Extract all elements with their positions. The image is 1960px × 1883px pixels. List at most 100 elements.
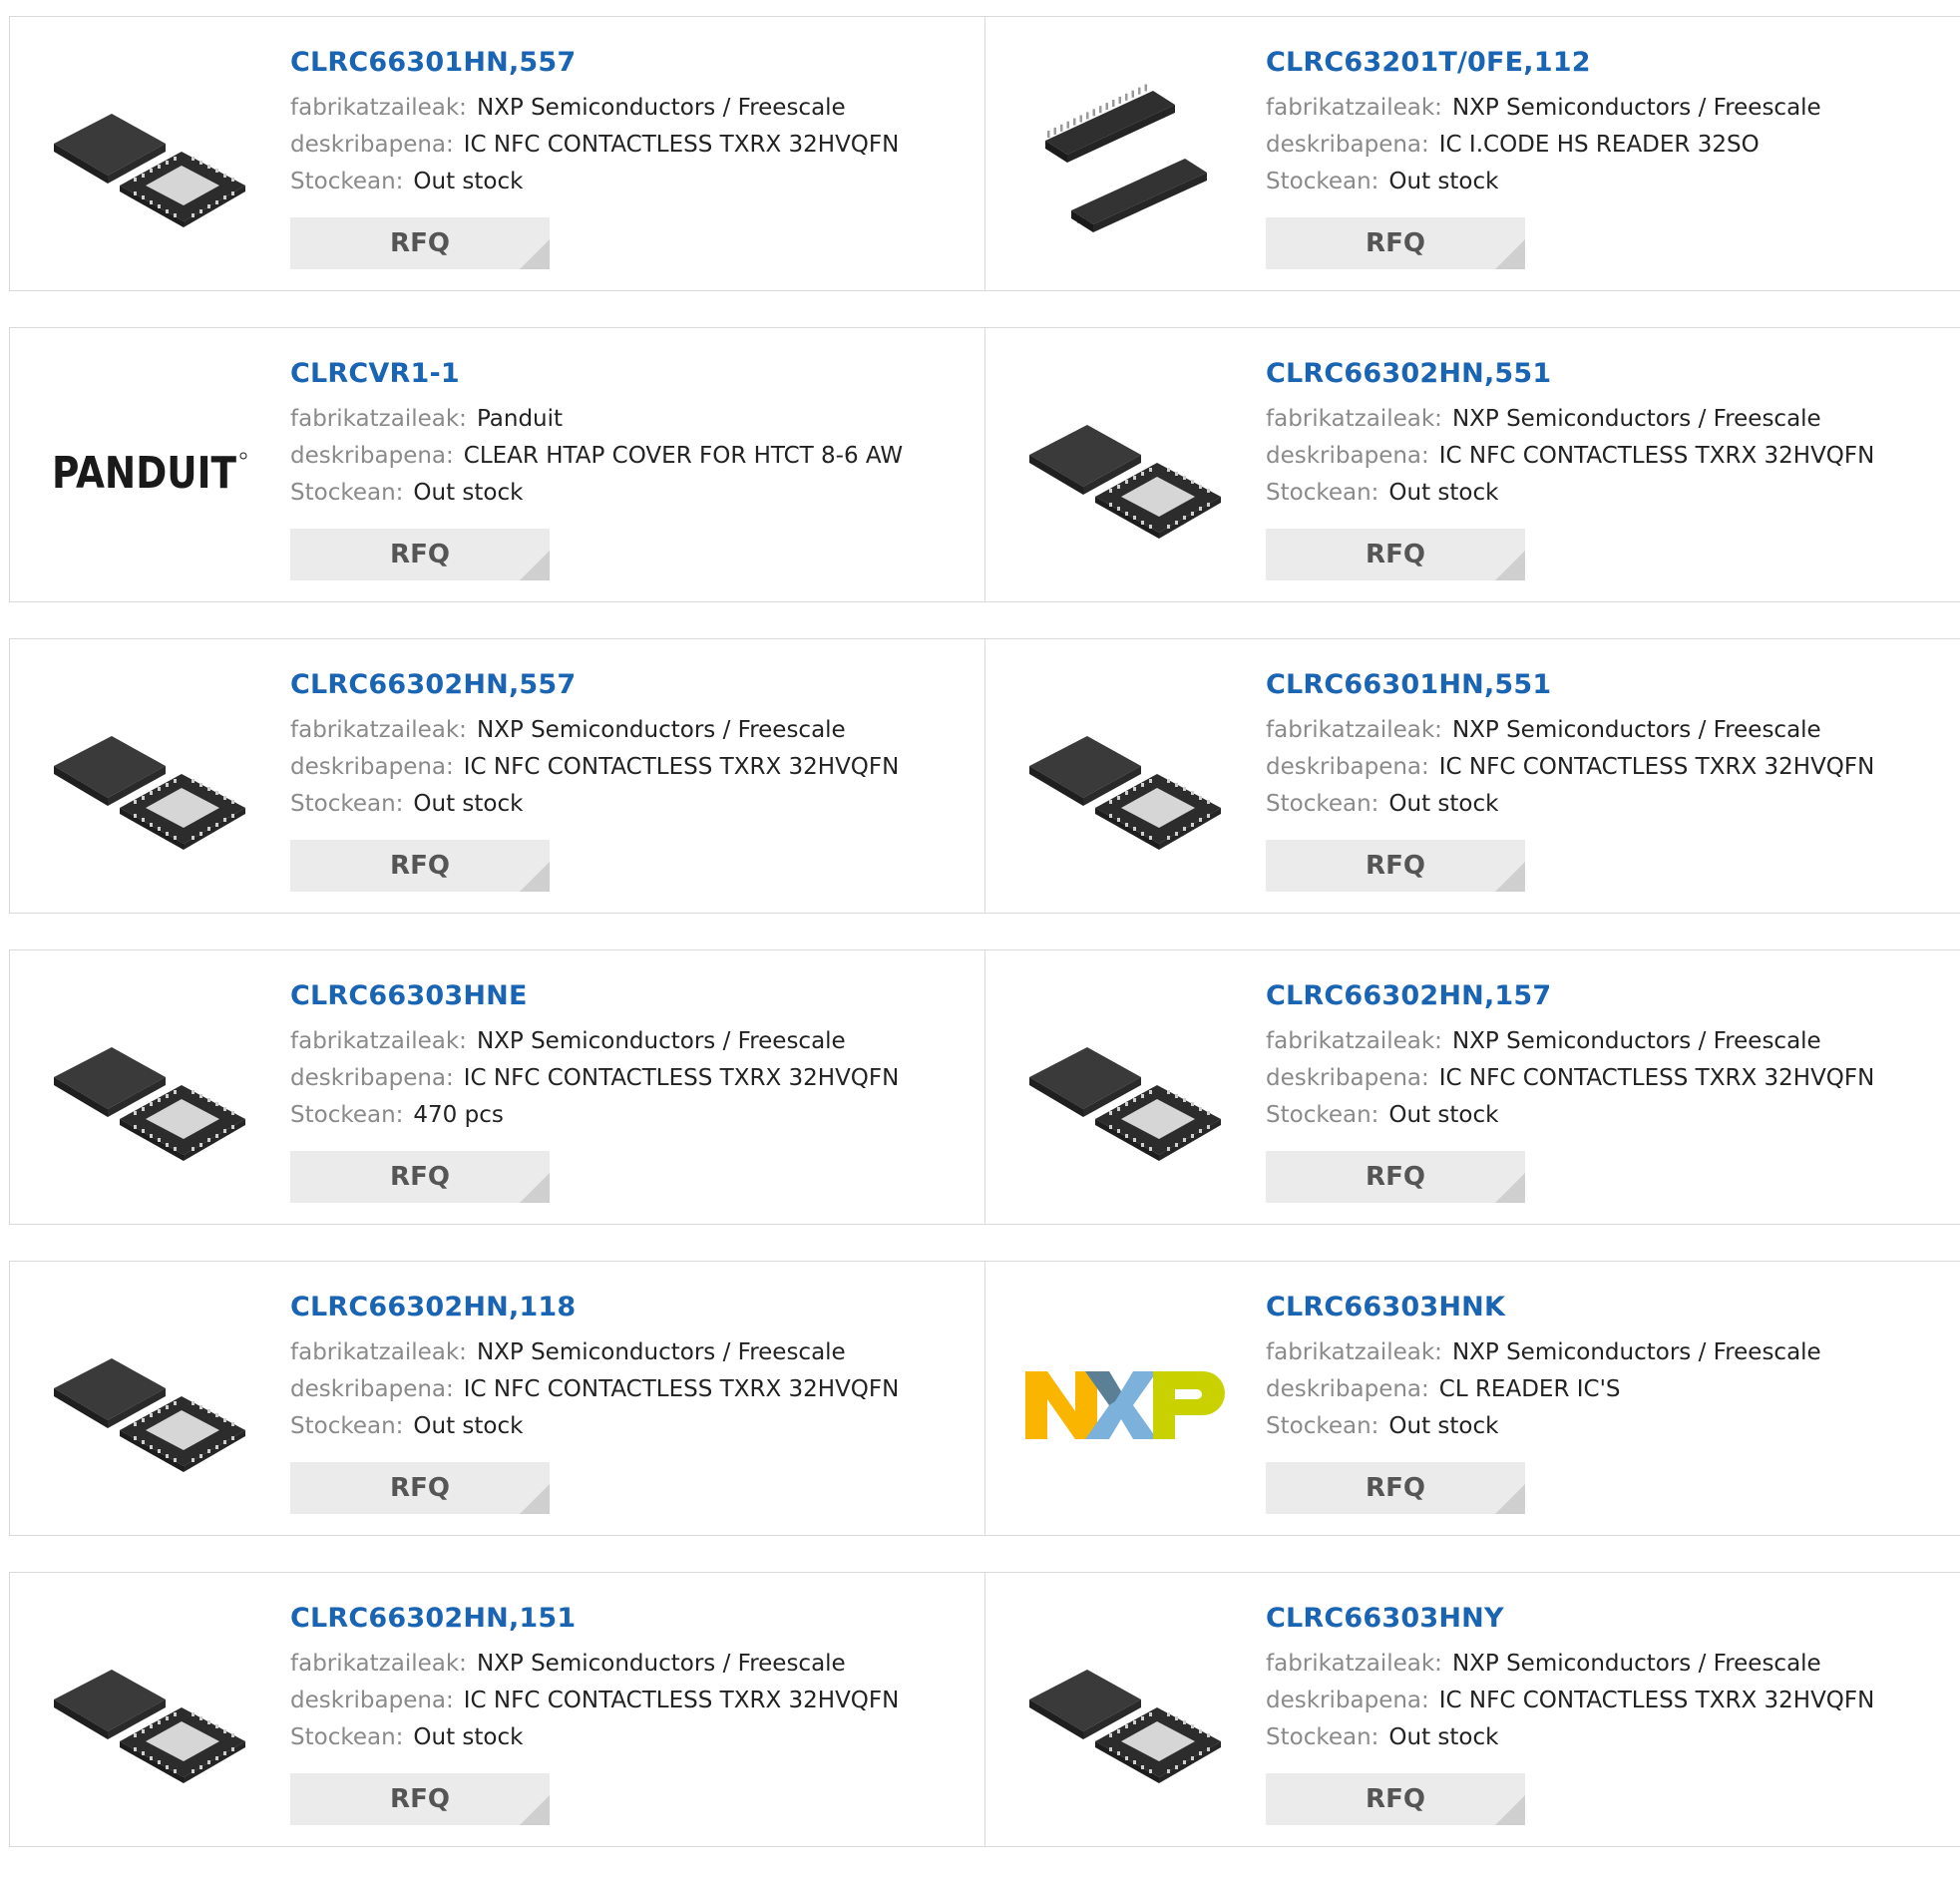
rfq-button[interactable]: RFQ: [290, 1151, 550, 1203]
rfq-label: RFQ: [1366, 851, 1425, 881]
product-card: CLRC66302HN,157 fabrikatzaileak: NXP Semi…: [984, 949, 1960, 1225]
part-number-link[interactable]: CLRC66302HN,551: [1266, 358, 1551, 389]
product-image[interactable]: [1025, 61, 1225, 260]
rfq-button[interactable]: RFQ: [290, 840, 550, 892]
rfq-button[interactable]: RFQ: [1266, 529, 1525, 580]
product-image[interactable]: PANDUIT: [50, 372, 249, 571]
stock-label: Stockean:: [1266, 1724, 1379, 1750]
part-number-link[interactable]: CLRC66302HN,151: [290, 1603, 576, 1634]
manufacturer-row: fabrikatzaileak: NXP Semiconductors / Fre…: [1266, 401, 1951, 438]
corner-fold-icon: [520, 862, 550, 892]
product-image[interactable]: [50, 61, 249, 260]
rfq-label: RFQ: [1366, 1784, 1425, 1814]
corner-fold-icon: [1495, 239, 1525, 269]
product-image[interactable]: [50, 1306, 249, 1505]
rfq-button[interactable]: RFQ: [1266, 1462, 1525, 1514]
part-number-link[interactable]: CLRC66302HN,157: [1266, 980, 1551, 1011]
manufacturer-value: NXP Semiconductors / Freescale: [1451, 1339, 1821, 1365]
manufacturer-label: fabrikatzaileak:: [1266, 406, 1442, 432]
product-image[interactable]: [1025, 994, 1225, 1194]
part-number-link[interactable]: CLRC66301HN,551: [1266, 669, 1551, 700]
description-value: IC I.CODE HS READER 32SO: [1438, 132, 1760, 158]
description-row: deskribapena: IC NFC CONTACTLESS TXRX 32H…: [1266, 1060, 1951, 1097]
rfq-button[interactable]: RFQ: [1266, 1151, 1525, 1203]
product-image[interactable]: [1025, 683, 1225, 883]
product-row: PANDUIT CLRCVR1-1 fabrikatzaileak: Pandui…: [9, 327, 1960, 602]
rfq-button[interactable]: RFQ: [290, 1462, 550, 1514]
stock-label: Stockean:: [1266, 480, 1379, 506]
product-card: CLRC63201T/0FE,112 fabrikatzaileak: NXP S…: [984, 16, 1960, 291]
product-image[interactable]: [1025, 1306, 1225, 1505]
part-number-link[interactable]: CLRC66302HN,557: [290, 669, 576, 700]
stock-row: Stockean: Out stock: [290, 475, 976, 512]
stock-row: Stockean: 470 pcs: [290, 1097, 976, 1134]
product-row: CLRC66301HN,557 fabrikatzaileak: NXP Semi…: [9, 16, 1960, 291]
manufacturer-value: NXP Semiconductors / Freescale: [1451, 406, 1821, 432]
description-row: deskribapena: IC I.CODE HS READER 32SO: [1266, 127, 1951, 164]
product-card: CLRC66303HNK fabrikatzaileak: NXP Semicon…: [984, 1261, 1960, 1536]
product-info: CLRC66302HN,551 fabrikatzaileak: NXP Semi…: [1266, 358, 1951, 512]
corner-fold-icon: [1495, 551, 1525, 580]
product-card: PANDUIT CLRCVR1-1 fabrikatzaileak: Pandui…: [9, 327, 986, 602]
manufacturer-label: fabrikatzaileak:: [1266, 95, 1442, 121]
qfn-chip-icon: [1025, 1019, 1225, 1169]
product-image[interactable]: [1025, 1617, 1225, 1816]
stock-label: Stockean:: [1266, 791, 1379, 817]
product-image[interactable]: [50, 1617, 249, 1816]
stock-label: Stockean:: [290, 480, 404, 506]
product-info: CLRC66302HN,157 fabrikatzaileak: NXP Semi…: [1266, 980, 1951, 1134]
product-card: CLRC66302HN,151 fabrikatzaileak: NXP Semi…: [9, 1572, 986, 1847]
product-card: CLRC66303HNY fabrikatzaileak: NXP Semicon…: [984, 1572, 1960, 1847]
manufacturer-label: fabrikatzaileak:: [1266, 717, 1442, 743]
rfq-button[interactable]: RFQ: [290, 1773, 550, 1825]
stock-row: Stockean: Out stock: [1266, 164, 1951, 200]
stock-value: Out stock: [413, 1413, 524, 1439]
manufacturer-label: fabrikatzaileak:: [290, 95, 467, 121]
product-image[interactable]: [1025, 372, 1225, 571]
rfq-button[interactable]: RFQ: [1266, 840, 1525, 892]
description-label: deskribapena:: [290, 1065, 454, 1091]
manufacturer-value: NXP Semiconductors / Freescale: [476, 1651, 846, 1677]
product-image[interactable]: [50, 994, 249, 1194]
description-label: deskribapena:: [1266, 1376, 1429, 1402]
corner-fold-icon: [520, 239, 550, 269]
product-info: CLRC66301HN,551 fabrikatzaileak: NXP Semi…: [1266, 669, 1951, 823]
product-image[interactable]: [50, 683, 249, 883]
product-card: CLRC66302HN,118 fabrikatzaileak: NXP Semi…: [9, 1261, 986, 1536]
stock-value: Out stock: [1388, 480, 1499, 506]
rfq-label: RFQ: [1366, 1162, 1425, 1192]
rfq-button[interactable]: RFQ: [1266, 217, 1525, 269]
qfn-chip-icon: [1025, 708, 1225, 858]
manufacturer-value: NXP Semiconductors / Freescale: [476, 1339, 846, 1365]
corner-fold-icon: [1495, 1795, 1525, 1825]
description-label: deskribapena:: [1266, 754, 1429, 780]
description-label: deskribapena:: [1266, 132, 1429, 158]
product-row: CLRC66303HNE fabrikatzaileak: NXP Semicon…: [9, 949, 1960, 1225]
rfq-button[interactable]: RFQ: [290, 217, 550, 269]
panduit-logo: PANDUIT: [50, 442, 249, 502]
part-number-link[interactable]: CLRCVR1-1: [290, 358, 460, 389]
manufacturer-label: fabrikatzaileak:: [290, 717, 467, 743]
stock-row: Stockean: Out stock: [290, 786, 976, 823]
rfq-label: RFQ: [1366, 540, 1425, 569]
stock-row: Stockean: Out stock: [290, 164, 976, 200]
description-value: IC NFC CONTACTLESS TXRX 32HVQFN: [1438, 443, 1875, 469]
corner-fold-icon: [1495, 862, 1525, 892]
rfq-button[interactable]: RFQ: [1266, 1773, 1525, 1825]
part-number-link[interactable]: CLRC66301HN,557: [290, 47, 576, 78]
description-value: IC NFC CONTACTLESS TXRX 32HVQFN: [1438, 1065, 1875, 1091]
corner-fold-icon: [520, 1173, 550, 1203]
part-number-link[interactable]: CLRC66303HNY: [1266, 1603, 1504, 1634]
part-number-link[interactable]: CLRC63201T/0FE,112: [1266, 47, 1591, 78]
rfq-button[interactable]: RFQ: [290, 529, 550, 580]
manufacturer-value: NXP Semiconductors / Freescale: [1451, 717, 1821, 743]
part-number-link[interactable]: CLRC66302HN,118: [290, 1292, 576, 1322]
part-number-link[interactable]: CLRC66303HNE: [290, 980, 528, 1011]
manufacturer-row: fabrikatzaileak: NXP Semiconductors / Fre…: [290, 712, 976, 749]
nxp-logo: [1025, 1365, 1225, 1445]
stock-value: 470 pcs: [413, 1102, 504, 1128]
corner-fold-icon: [520, 551, 550, 580]
stock-label: Stockean:: [290, 1413, 404, 1439]
part-number-link[interactable]: CLRC66303HNK: [1266, 1292, 1505, 1322]
manufacturer-label: fabrikatzaileak:: [290, 1028, 467, 1054]
